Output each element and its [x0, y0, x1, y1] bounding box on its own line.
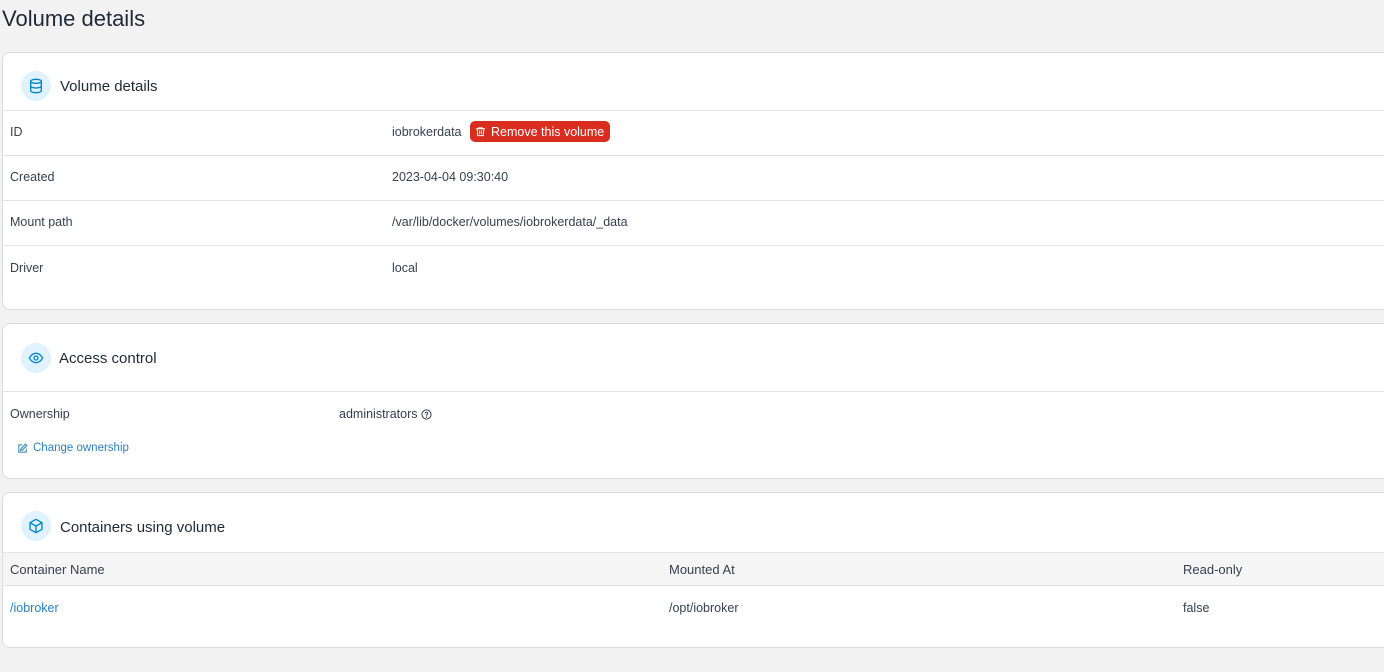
detail-row-mount-path: Mount path /var/lib/docker/volumes/iobro… — [3, 201, 1384, 246]
column-header-mounted-at[interactable]: Mounted At — [669, 562, 735, 577]
ownership-label: Ownership — [10, 407, 70, 421]
driver-value: local — [392, 261, 418, 275]
eye-icon — [21, 343, 51, 373]
card-title: Volume details — [60, 78, 158, 95]
change-ownership-label: Change ownership — [33, 442, 129, 454]
mounted-at-value: /opt/iobroker — [669, 601, 739, 615]
detail-row-created: Created 2023-04-04 09:30:40 — [3, 156, 1384, 201]
card-title: Access control — [59, 350, 157, 367]
detail-label: Created — [10, 170, 55, 184]
trash-icon — [475, 126, 486, 137]
detail-label: Driver — [10, 261, 44, 275]
table-row: /iobroker /opt/iobroker false — [3, 586, 1384, 630]
card-header: Volume details — [3, 53, 1384, 111]
change-ownership-link[interactable]: Change ownership — [17, 442, 129, 454]
card-header: Access control — [3, 324, 1384, 392]
read-only-value: false — [1183, 601, 1210, 615]
edit-icon — [17, 442, 28, 454]
detail-label: ID — [10, 125, 23, 139]
created-value: 2023-04-04 09:30:40 — [392, 170, 509, 184]
ownership-text: administrators — [339, 407, 418, 421]
box-icon — [21, 511, 51, 541]
database-icon — [21, 71, 51, 101]
ownership-value: administrators — [339, 407, 432, 421]
remove-volume-label: Remove this volume — [491, 124, 605, 139]
mount-path-value: /var/lib/docker/volumes/iobrokerdata/_da… — [392, 215, 628, 229]
containers-card: Containers using volume Container Name M… — [2, 492, 1384, 648]
remove-volume-button[interactable]: Remove this volume — [470, 121, 611, 142]
card-header: Containers using volume — [3, 493, 1384, 552]
detail-row-id: ID iobrokerdata Remove this volume — [3, 111, 1384, 156]
detail-label: Mount path — [10, 215, 73, 229]
page-title: Volume details — [2, 6, 146, 31]
container-name-link[interactable]: /iobroker — [10, 601, 59, 615]
access-control-card: Access control Ownership administrators … — [2, 323, 1384, 479]
column-header-container-name[interactable]: Container Name — [10, 562, 105, 577]
column-header-read-only[interactable]: Read-only — [1183, 562, 1242, 577]
detail-row-driver: Driver local — [3, 246, 1384, 308]
help-icon[interactable] — [420, 408, 432, 420]
card-title: Containers using volume — [60, 519, 226, 536]
ownership-row: Ownership administrators — [3, 392, 1384, 436]
volume-details-card: Volume details ID iobrokerdata Remove th… — [2, 52, 1384, 310]
volume-id-value: iobrokerdata — [392, 125, 462, 139]
table-header: Container Name Mounted At Read-only — [3, 552, 1384, 586]
